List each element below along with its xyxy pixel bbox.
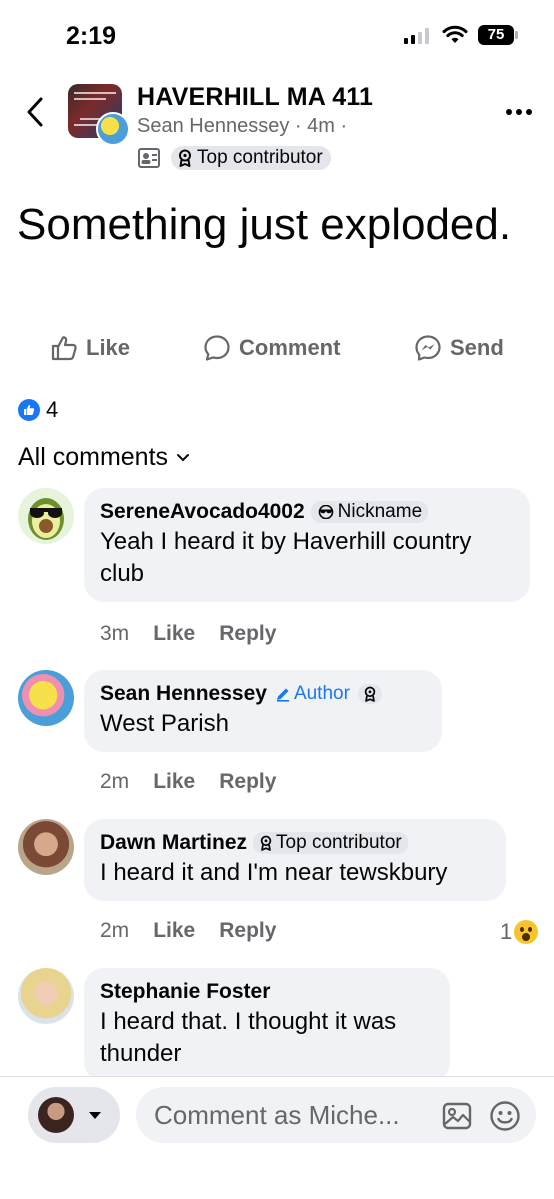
comment-like-button[interactable]: Like <box>153 919 195 943</box>
top-contributor-badge[interactable]: Top contributor <box>171 146 331 170</box>
comment-actions: 2m Like Reply <box>100 919 276 943</box>
comment-bubble[interactable]: Sean Hennessey Author West Parish <box>84 670 442 752</box>
contributor-icon <box>364 686 376 702</box>
send-button[interactable]: Send <box>414 334 504 362</box>
comment-like-button[interactable]: Like <box>153 622 195 646</box>
caret-down-icon <box>89 1111 101 1119</box>
comment-composer <box>0 1076 554 1199</box>
pencil-icon <box>276 688 289 702</box>
commenter-avatar[interactable] <box>18 670 74 726</box>
comment-text: I heard that. I thought it was thunder <box>100 1008 397 1067</box>
wow-reaction-icon <box>514 920 539 944</box>
like-label: Like <box>86 335 131 360</box>
comment-reply-button[interactable]: Reply <box>219 919 276 943</box>
top-contributor-badge <box>357 684 382 704</box>
author-avatar-small <box>96 112 130 146</box>
like-button[interactable]: Like <box>50 334 130 362</box>
comment-time: 3m <box>100 622 130 645</box>
commenter-name[interactable]: SereneAvocado4002 <box>100 500 305 524</box>
comment-reaction-count[interactable]: 1 <box>500 919 539 945</box>
chevron-left-icon <box>27 97 43 127</box>
commenter-name[interactable]: Sean Hennessey <box>100 682 267 706</box>
comment-text: West Parish <box>100 710 229 737</box>
comment-reaction-number: 1 <box>500 919 513 944</box>
commenter-avatar[interactable] <box>18 968 74 1024</box>
chevron-down-icon <box>177 453 190 461</box>
commenter-name[interactable]: Dawn Martinez <box>100 831 247 855</box>
comment-reply-button[interactable]: Reply <box>219 622 276 646</box>
like-reaction-icon <box>18 399 40 421</box>
sort-label: All comments <box>18 443 169 471</box>
battery-cap <box>515 31 518 39</box>
comment-input[interactable] <box>136 1087 536 1143</box>
contributor-icon <box>260 835 272 851</box>
author-badge: Author <box>273 683 352 705</box>
post-author[interactable]: Sean Hennessey <box>137 115 289 137</box>
more-options-button[interactable] <box>500 100 538 124</box>
profile-switcher[interactable] <box>28 1087 120 1143</box>
photo-icon[interactable] <box>442 1101 472 1131</box>
comment-label: Comment <box>239 335 341 360</box>
contributor-icon <box>179 149 191 167</box>
back-button[interactable] <box>20 94 50 130</box>
comment-bubble[interactable]: Dawn Martinez Top contributor I heard it… <box>84 819 506 901</box>
nickname-label: Nickname <box>337 501 423 522</box>
comment-like-button[interactable]: Like <box>153 770 195 794</box>
wifi-icon <box>442 25 468 43</box>
comment-text: Yeah I heard it by Haverhill country clu… <box>100 528 472 587</box>
top-contributor-badge: Top contributor <box>253 832 408 854</box>
author-badges: Top contributor <box>137 146 331 170</box>
top-contributor-label: Top contributor <box>197 147 323 168</box>
comment-bubble-icon <box>204 335 230 361</box>
comment-reply-button[interactable]: Reply <box>219 770 276 794</box>
comment-time: 2m <box>100 770 130 793</box>
reaction-count: 4 <box>46 397 59 422</box>
top-contributor-label: Top contributor <box>276 832 402 853</box>
thumbs-up-icon <box>51 336 77 361</box>
send-label: Send <box>450 335 504 360</box>
comment-time: 2m <box>100 919 130 942</box>
commenter-avatar[interactable] <box>18 488 74 544</box>
messenger-icon <box>415 335 441 361</box>
meta-separator: · <box>294 115 302 137</box>
battery-icon: 75 <box>478 25 514 45</box>
post-time: 4m <box>307 115 335 137</box>
post-text: Something just exploded. <box>17 200 512 249</box>
profile-badge-icon <box>137 147 161 169</box>
reaction-summary[interactable]: 4 <box>18 397 58 423</box>
comment-bubble[interactable]: SereneAvocado4002 Nickname Yeah I heard … <box>84 488 530 602</box>
nickname-badge: Nickname <box>310 501 429 523</box>
meta-separator: · <box>340 115 348 137</box>
commenter-avatar[interactable] <box>18 819 74 875</box>
author-label: Author <box>293 683 350 704</box>
status-time: 2:19 <box>66 22 117 50</box>
post-actions: Like Comment Send <box>0 334 554 374</box>
group-avatar[interactable] <box>68 84 130 146</box>
cellular-signal-icon <box>404 28 429 44</box>
my-avatar <box>38 1097 74 1133</box>
comments-sort-dropdown[interactable]: All comments <box>18 443 190 472</box>
emoji-icon[interactable] <box>489 1100 521 1132</box>
comment-button[interactable]: Comment <box>203 334 340 362</box>
post-meta: Sean Hennessey · 4m · <box>137 115 347 138</box>
status-bar: 2:19 75 <box>0 0 554 72</box>
sunglasses-icon <box>318 505 333 519</box>
comment-actions: 2m Like Reply <box>100 770 276 794</box>
comment-actions: 3m Like Reply <box>100 622 276 646</box>
group-name[interactable]: HAVERHILL MA 411 <box>137 83 373 112</box>
comment-text: I heard it and I'm near tewskbury <box>100 859 448 886</box>
commenter-name[interactable]: Stephanie Foster <box>100 980 270 1004</box>
comment-bubble[interactable]: Stephanie Foster I heard that. I thought… <box>84 968 450 1082</box>
